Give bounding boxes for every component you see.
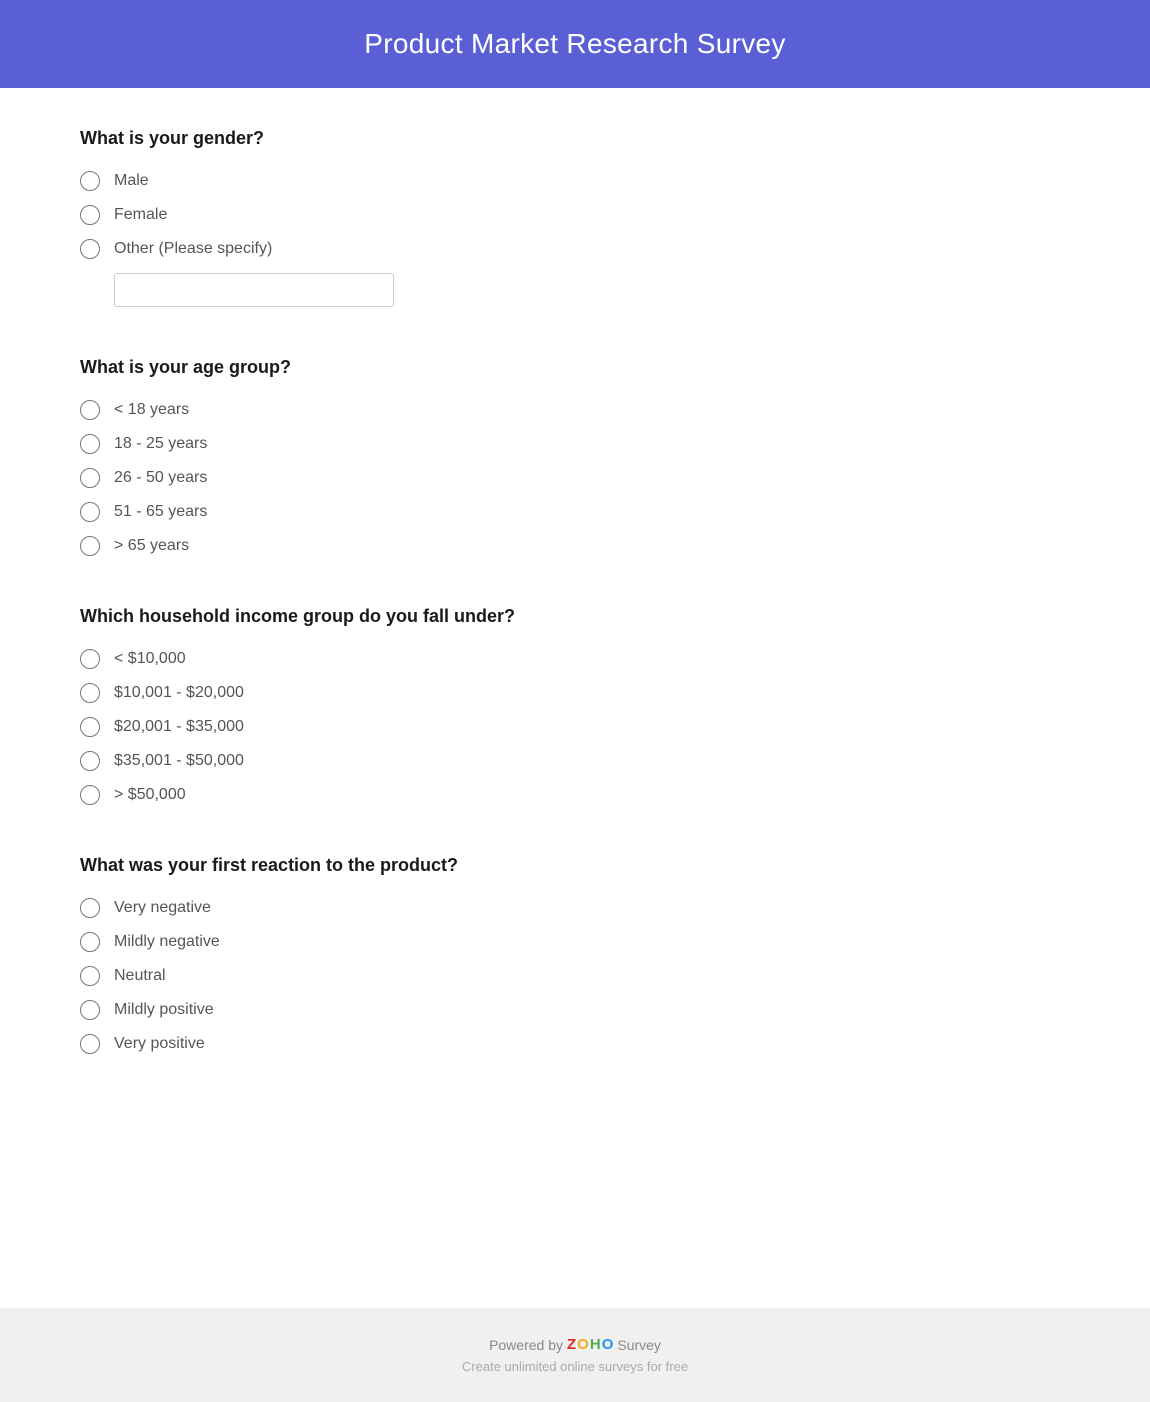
radio-income-35k-50k[interactable]: [80, 751, 100, 771]
label-income-35k-50k[interactable]: $35,001 - $50,000: [114, 752, 244, 770]
option-row-female: Female: [80, 205, 1070, 225]
powered-by-text: Powered by: [489, 1337, 563, 1353]
label-gender-male[interactable]: Male: [114, 172, 149, 190]
label-very-positive[interactable]: Very positive: [114, 1035, 205, 1053]
label-gender-female[interactable]: Female: [114, 206, 167, 224]
label-mildly-positive[interactable]: Mildly positive: [114, 1001, 214, 1019]
zoho-logo: ZOHO: [567, 1336, 613, 1353]
radio-age-under18[interactable]: [80, 400, 100, 420]
label-age-over65[interactable]: > 65 years: [114, 537, 189, 555]
label-age-26-50[interactable]: 26 - 50 years: [114, 469, 207, 487]
option-row-age-18-25: 18 - 25 years: [80, 434, 1070, 454]
option-row-age-under18: < 18 years: [80, 400, 1070, 420]
question-income-title: Which household income group do you fall…: [80, 606, 1070, 627]
label-income-under10k[interactable]: < $10,000: [114, 650, 186, 668]
question-income: Which household income group do you fall…: [80, 606, 1070, 805]
option-row-income-over50k: > $50,000: [80, 785, 1070, 805]
zoho-z: Z: [567, 1336, 576, 1353]
radio-very-negative[interactable]: [80, 898, 100, 918]
option-row-age-26-50: 26 - 50 years: [80, 468, 1070, 488]
option-row-male: Male: [80, 171, 1070, 191]
question-gender: What is your gender? Male Female Other (…: [80, 128, 1070, 307]
radio-gender-male[interactable]: [80, 171, 100, 191]
label-gender-other[interactable]: Other (Please specify): [114, 240, 272, 258]
zoho-o1: O: [577, 1336, 589, 1353]
brand-suffix: Survey: [617, 1337, 661, 1353]
radio-mildly-negative[interactable]: [80, 932, 100, 952]
radio-neutral[interactable]: [80, 966, 100, 986]
radio-gender-other[interactable]: [80, 239, 100, 259]
label-age-18-25[interactable]: 18 - 25 years: [114, 435, 207, 453]
radio-age-over65[interactable]: [80, 536, 100, 556]
radio-age-51-65[interactable]: [80, 502, 100, 522]
label-age-under18[interactable]: < 18 years: [114, 401, 189, 419]
label-income-20k-35k[interactable]: $20,001 - $35,000: [114, 718, 244, 736]
label-very-negative[interactable]: Very negative: [114, 899, 211, 917]
option-row-income-10k-20k: $10,001 - $20,000: [80, 683, 1070, 703]
option-row-income-under10k: < $10,000: [80, 649, 1070, 669]
survey-header: Product Market Research Survey: [0, 0, 1150, 88]
label-mildly-negative[interactable]: Mildly negative: [114, 933, 220, 951]
question-reaction: What was your first reaction to the prod…: [80, 855, 1070, 1054]
survey-title: Product Market Research Survey: [20, 28, 1130, 60]
option-row-very-negative: Very negative: [80, 898, 1070, 918]
option-row-neutral: Neutral: [80, 966, 1070, 986]
footer-tagline: Create unlimited online surveys for free: [20, 1359, 1130, 1374]
question-gender-title: What is your gender?: [80, 128, 1070, 149]
radio-mildly-positive[interactable]: [80, 1000, 100, 1020]
radio-income-under10k[interactable]: [80, 649, 100, 669]
other-specify-input[interactable]: [114, 273, 394, 307]
radio-income-10k-20k[interactable]: [80, 683, 100, 703]
zoho-h: H: [590, 1336, 601, 1353]
radio-age-26-50[interactable]: [80, 468, 100, 488]
footer-powered-row: Powered by ZOHO Survey: [20, 1336, 1130, 1353]
zoho-o2: O: [602, 1336, 614, 1353]
radio-gender-female[interactable]: [80, 205, 100, 225]
survey-footer: Powered by ZOHO Survey Create unlimited …: [0, 1308, 1150, 1402]
question-reaction-title: What was your first reaction to the prod…: [80, 855, 1070, 876]
label-neutral[interactable]: Neutral: [114, 967, 166, 985]
label-age-51-65[interactable]: 51 - 65 years: [114, 503, 207, 521]
radio-age-18-25[interactable]: [80, 434, 100, 454]
option-row-income-35k-50k: $35,001 - $50,000: [80, 751, 1070, 771]
option-row-mildly-positive: Mildly positive: [80, 1000, 1070, 1020]
question-age: What is your age group? < 18 years 18 - …: [80, 357, 1070, 556]
option-row-age-over65: > 65 years: [80, 536, 1070, 556]
radio-income-over50k[interactable]: [80, 785, 100, 805]
question-age-title: What is your age group?: [80, 357, 1070, 378]
option-row-mildly-negative: Mildly negative: [80, 932, 1070, 952]
survey-body: What is your gender? Male Female Other (…: [0, 88, 1150, 1308]
option-row-age-51-65: 51 - 65 years: [80, 502, 1070, 522]
option-row-very-positive: Very positive: [80, 1034, 1070, 1054]
radio-very-positive[interactable]: [80, 1034, 100, 1054]
option-row-income-20k-35k: $20,001 - $35,000: [80, 717, 1070, 737]
label-income-over50k[interactable]: > $50,000: [114, 786, 186, 804]
label-income-10k-20k[interactable]: $10,001 - $20,000: [114, 684, 244, 702]
other-specify-container: [114, 273, 1070, 307]
option-row-other: Other (Please specify): [80, 239, 1070, 259]
radio-income-20k-35k[interactable]: [80, 717, 100, 737]
